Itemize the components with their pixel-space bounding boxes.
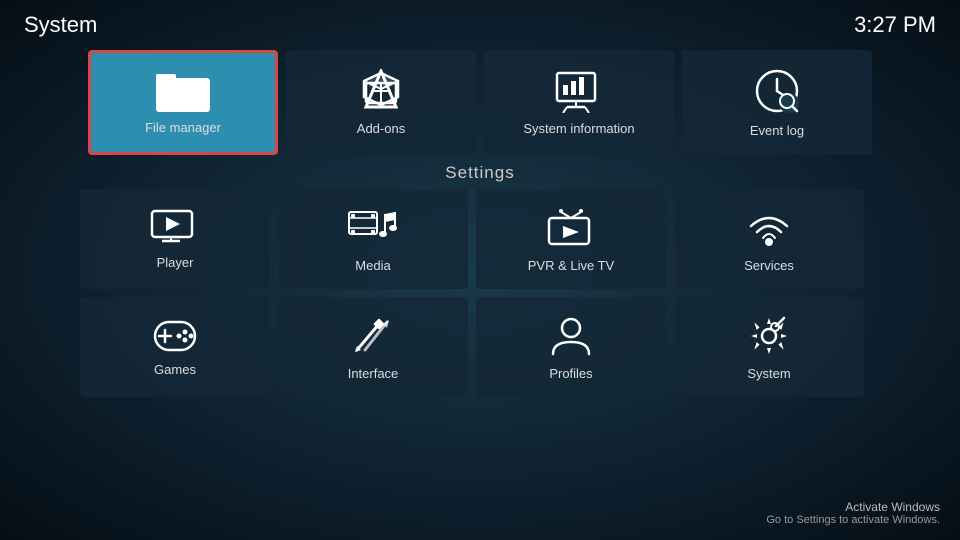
folder-icon: [156, 70, 210, 112]
interface-icon: [349, 314, 397, 358]
settings-label: Settings: [445, 163, 514, 182]
tile-system-information[interactable]: System information: [484, 50, 674, 155]
settings-row-1: Player: [80, 189, 880, 289]
event-log-label: Event log: [750, 123, 804, 138]
tile-add-ons[interactable]: Add-ons: [286, 50, 476, 155]
player-icon: [150, 209, 200, 247]
tile-event-log[interactable]: Event log: [682, 50, 872, 155]
tile-games[interactable]: Games: [80, 297, 270, 397]
system-gear-icon: [746, 314, 792, 358]
pvr-icon: [545, 206, 597, 250]
profiles-icon: [549, 314, 593, 358]
clock: 3:27 PM: [854, 12, 936, 38]
system-info-label: System information: [523, 121, 634, 136]
tile-profiles[interactable]: Profiles: [476, 297, 666, 397]
file-manager-label: File manager: [145, 120, 221, 135]
profiles-label: Profiles: [549, 366, 592, 381]
watermark: Activate Windows Go to Settings to activ…: [766, 500, 940, 526]
watermark-title: Activate Windows: [766, 500, 940, 514]
tile-player[interactable]: Player: [80, 189, 270, 289]
media-icon: [347, 206, 399, 250]
games-icon: [149, 318, 201, 354]
pvr-label: PVR & Live TV: [528, 258, 614, 273]
tile-services[interactable]: Services: [674, 189, 864, 289]
interface-label: Interface: [348, 366, 399, 381]
tile-interface[interactable]: Interface: [278, 297, 468, 397]
watermark-subtitle: Go to Settings to activate Windows.: [766, 514, 940, 526]
top-row: File manager Add-ons: [0, 50, 960, 155]
tile-file-manager[interactable]: File manager: [88, 50, 278, 155]
system-label: System: [747, 366, 790, 381]
services-icon: [745, 206, 793, 250]
settings-grid: Player: [0, 189, 960, 397]
settings-row-2: Games Interface: [80, 297, 880, 397]
tile-pvr-live-tv[interactable]: PVR & Live TV: [476, 189, 666, 289]
games-label: Games: [154, 362, 196, 377]
app-title: System: [24, 12, 97, 38]
services-label: Services: [744, 258, 794, 273]
header: System 3:27 PM: [0, 0, 960, 50]
settings-section: Settings: [0, 163, 960, 183]
tile-system[interactable]: System: [674, 297, 864, 397]
tile-media[interactable]: Media: [278, 189, 468, 289]
addons-icon: [356, 69, 406, 113]
system-info-icon: [553, 69, 605, 113]
media-label: Media: [355, 258, 390, 273]
event-log-icon: [753, 67, 801, 115]
player-label: Player: [157, 255, 194, 270]
addons-label: Add-ons: [357, 121, 405, 136]
